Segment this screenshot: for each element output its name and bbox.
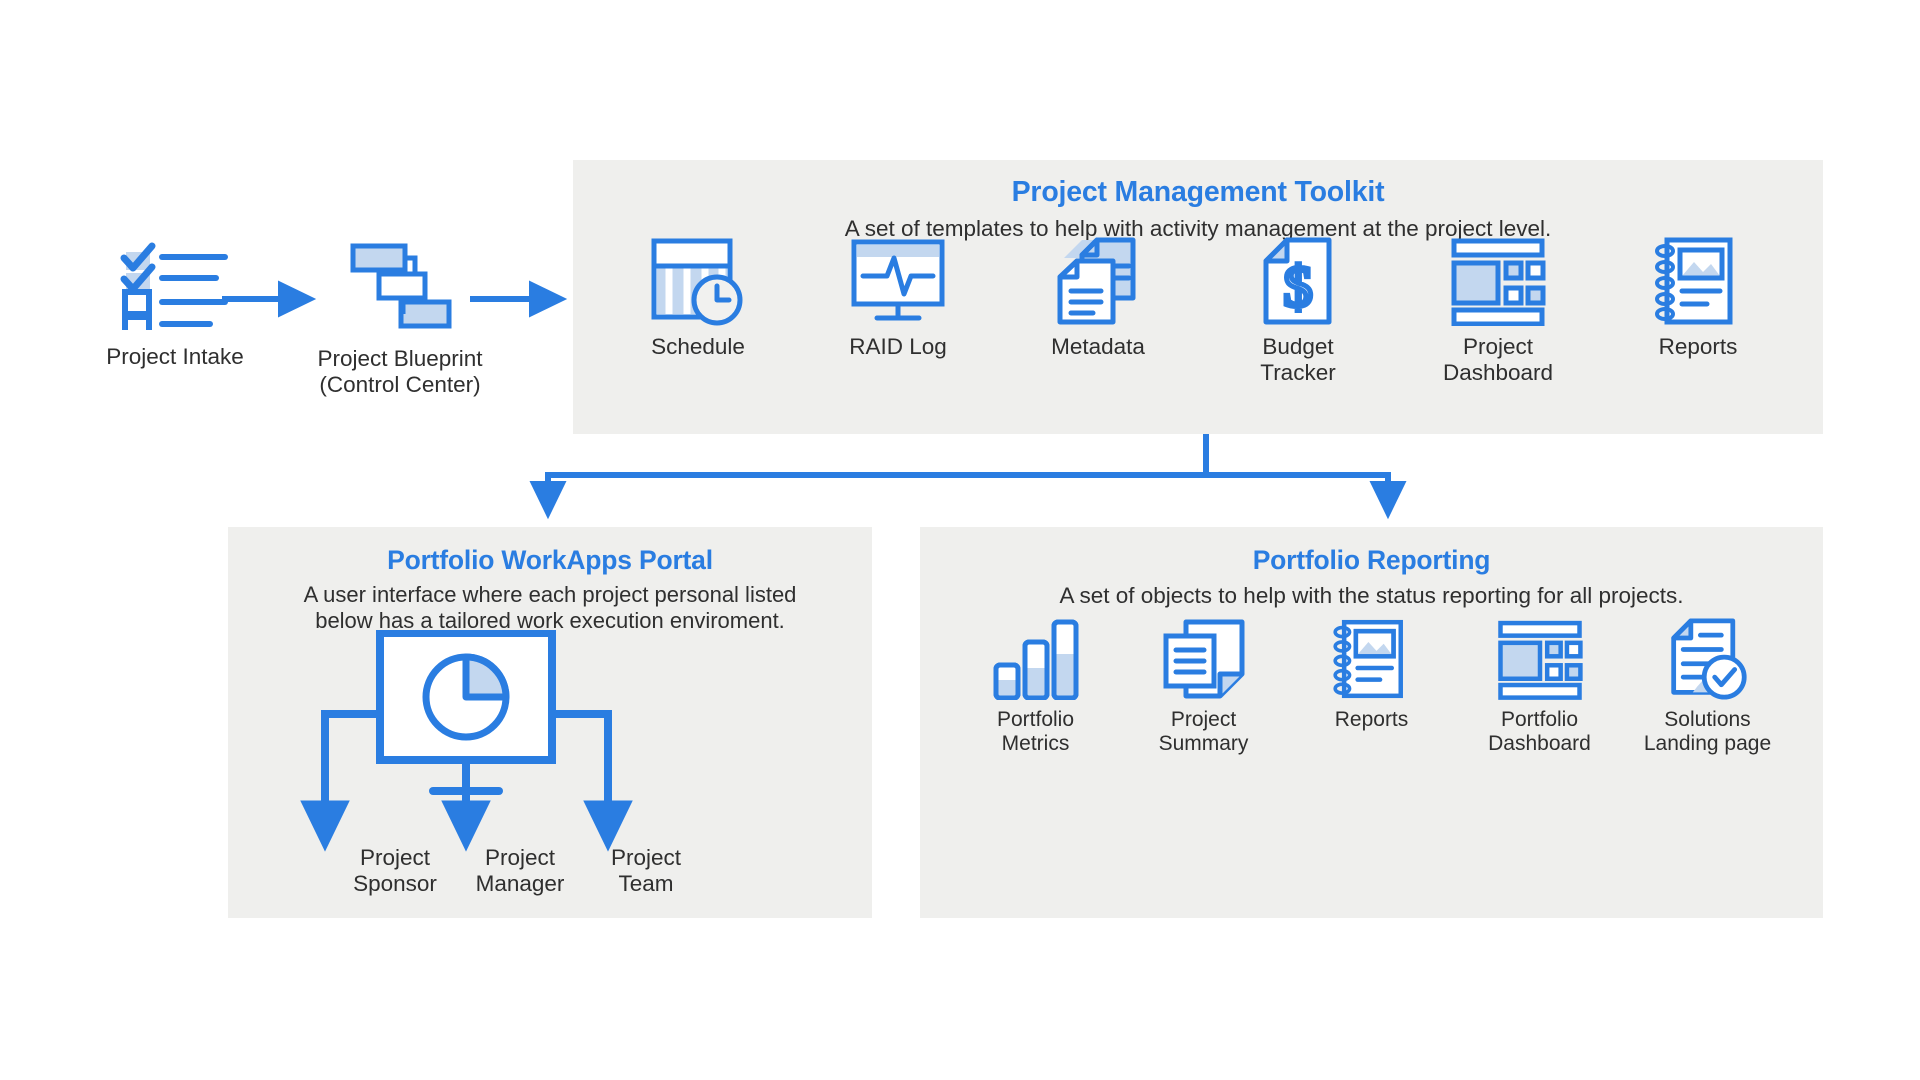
toolkit-item-label: RAID Log: [849, 334, 947, 359]
reporting-item-label: Portfolio Metrics: [996, 708, 1075, 755]
pie-chart-screen-icon: [376, 630, 556, 764]
flow-node-label: Project Intake: [106, 344, 244, 369]
flow-node-project-intake: Project Intake: [75, 240, 275, 370]
reporting-item-label: Project Summary: [1158, 708, 1249, 755]
workapps-role-diagram: [300, 630, 633, 852]
reporting-item-reports[interactable]: Reports: [1288, 618, 1456, 732]
dashboard-layout-icon: [1451, 238, 1546, 326]
panel-title: Project Management Toolkit: [1011, 176, 1385, 208]
toolkit-item-raid-log[interactable]: RAID Log: [798, 236, 998, 360]
flow-node-project-blueprint: Project Blueprint (Control Center): [290, 240, 510, 397]
reporting-item-project-summary[interactable]: Project Summary: [1120, 618, 1288, 756]
schedule-calendar-clock-icon: [651, 238, 743, 326]
toolkit-item-schedule[interactable]: Schedule: [598, 236, 798, 360]
screen-stand: [429, 760, 503, 795]
flow-node-label: Project Blueprint (Control Center): [317, 346, 483, 397]
reporting-icon-row: Portfolio Metrics Project Summary Report…: [920, 618, 1823, 756]
role-label-project-manager: Project Manager: [475, 845, 565, 896]
panel-title: Portfolio Reporting: [1252, 545, 1491, 575]
toolkit-item-budget-tracker[interactable]: $ Budget Tracker: [1198, 236, 1398, 385]
panel-title: Portfolio WorkApps Portal: [387, 545, 713, 575]
dashboard-layout-icon: [1497, 620, 1583, 700]
reporting-item-portfolio-dashboard[interactable]: Portfolio Dashboard: [1456, 618, 1624, 756]
panel-subtitle: A set of objects to help with the status…: [1059, 583, 1684, 608]
checklist-icon: [120, 242, 228, 330]
reporting-item-solutions-landing-page[interactable]: Solutions Landing page: [1624, 618, 1792, 756]
diagram-canvas: Project Intake Project Blueprint (Contro…: [0, 0, 1920, 1080]
connector-toolkit-to-subpanels: [529, 434, 1407, 520]
dollar-document-icon: $: [1263, 237, 1332, 325]
toolkit-item-label: Metadata: [1051, 334, 1145, 359]
role-label-project-team: Project Team: [610, 845, 682, 896]
spiral-notebook-icon: [1332, 619, 1403, 699]
reporting-item-label: Portfolio Dashboard: [1488, 708, 1591, 755]
toolkit-icon-row: Schedule RAID Log Metadata $ Budget Trac…: [573, 236, 1823, 385]
role-label-project-sponsor: Project Sponsor: [353, 845, 437, 896]
toolkit-item-reports[interactable]: Reports: [1598, 236, 1798, 360]
stacked-documents-icon: [1057, 237, 1136, 325]
toolkit-item-label: Reports: [1658, 334, 1738, 359]
reporting-item-label: Solutions Landing page: [1643, 708, 1772, 755]
document-pages-icon: [1163, 619, 1244, 699]
gantt-icon: [350, 243, 452, 329]
reporting-item-portfolio-metrics[interactable]: Portfolio Metrics: [952, 618, 1120, 756]
toolkit-item-label: Project Dashboard: [1442, 334, 1554, 385]
toolkit-item-project-dashboard[interactable]: Project Dashboard: [1398, 236, 1598, 385]
document-check-icon: [1670, 618, 1747, 700]
toolkit-item-label: Schedule: [651, 334, 745, 359]
reporting-item-label: Reports: [1334, 708, 1409, 731]
bar-chart-icon: [993, 619, 1078, 700]
panel-subtitle: A user interface where each project pers…: [303, 582, 797, 634]
svg-text:$: $: [1284, 254, 1313, 319]
toolkit-item-metadata[interactable]: Metadata: [998, 236, 1198, 360]
toolkit-item-label: Budget Tracker: [1260, 334, 1336, 385]
spiral-notebook-icon: [1655, 237, 1733, 325]
monitor-pulse-icon: [851, 239, 945, 321]
